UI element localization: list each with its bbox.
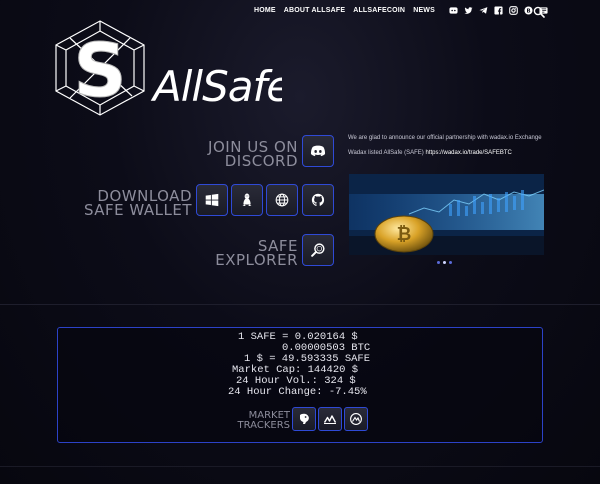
wadax-trade-link[interactable]: https://wadax.io/trade/SAFEBTC [425, 150, 511, 156]
news-announcement: We are glad to announce our official par… [348, 135, 542, 141]
telegram-icon[interactable] [479, 6, 488, 15]
nav-news-link[interactable]: NEWS [413, 7, 435, 14]
market-trackers-label: MARKET TRACKERS [226, 411, 290, 431]
linux-icon [242, 193, 252, 207]
nav-home-link[interactable]: HOME [254, 7, 276, 14]
slider-dot-2[interactable] [443, 261, 446, 264]
explorer-button[interactable] [302, 234, 334, 266]
news-slide-image[interactable]: ₿ [349, 174, 544, 255]
svg-text:B: B [526, 8, 530, 14]
logo-wordmark: AllSafe [150, 62, 282, 111]
coinpaprika-button[interactable] [344, 407, 368, 431]
news-listed: Wadax listed AllSafe (SAFE) https://wada… [348, 149, 544, 157]
top-nav: HOME ABOUT ALLSAFE ALLSAFECOIN NEWS B [254, 6, 548, 15]
discord-button[interactable] [302, 135, 334, 167]
bitcoin-chart-image: ₿ [349, 174, 544, 255]
github-icon [311, 193, 325, 206]
windows-wallet-button[interactable] [196, 184, 228, 216]
safe-explorer-label: SAFE EXPLORER [200, 239, 298, 269]
footer-divider [0, 466, 600, 467]
change-24h: 24 Hour Change: -7.45% [228, 386, 367, 398]
coinmarketcap-icon [323, 415, 337, 424]
section-divider [0, 304, 600, 305]
allsafe-logo[interactable]: S AllSafe [52, 18, 292, 116]
coinpaprika-icon [350, 413, 362, 425]
join-discord-line2: DISCORD [224, 152, 298, 170]
join-discord-label: JOIN US ON DISCORD [180, 140, 298, 170]
twitter-icon[interactable] [464, 6, 473, 15]
slider-dot-1[interactable] [437, 261, 440, 264]
discord-icon [310, 145, 326, 157]
nav-links: HOME ABOUT ALLSAFE ALLSAFECOIN NEWS [254, 7, 435, 14]
news-listed-prefix: Wadax listed AllSafe (SAFE) [348, 150, 426, 156]
instagram-icon[interactable] [509, 6, 518, 15]
github-wallet-button[interactable] [302, 184, 334, 216]
slider-dot-3[interactable] [449, 261, 452, 264]
globe-icon [275, 193, 289, 207]
logo-s: S [73, 28, 126, 114]
safe-explorer-line2: EXPLORER [215, 251, 298, 269]
search-icon[interactable] [533, 5, 545, 18]
bitcointalk-icon[interactable]: B [524, 6, 533, 15]
svg-text:₿: ₿ [397, 224, 412, 245]
coingecko-button[interactable] [292, 407, 316, 431]
slider-dots [437, 261, 452, 264]
linux-wallet-button[interactable] [231, 184, 263, 216]
coingecko-icon [300, 413, 309, 424]
news-panel: We are glad to announce our official par… [348, 134, 544, 164]
logo-mark: S AllSafe [55, 20, 292, 116]
discord-icon[interactable] [449, 6, 458, 15]
web-wallet-button[interactable] [266, 184, 298, 216]
nav-about-link[interactable]: ABOUT ALLSAFE [284, 7, 345, 14]
nav-allsafecoin-link[interactable]: ALLSAFECOIN [353, 7, 405, 14]
windows-icon [205, 193, 219, 207]
download-wallet-line2: SAFE WALLET [83, 201, 192, 219]
magnifier-icon [311, 243, 325, 257]
coinmarketcap-button[interactable] [318, 407, 342, 431]
facebook-icon[interactable] [494, 6, 503, 15]
download-wallet-label: DOWNLOAD SAFE WALLET [82, 189, 192, 219]
market-trackers-line2: TRACKERS [237, 420, 290, 431]
